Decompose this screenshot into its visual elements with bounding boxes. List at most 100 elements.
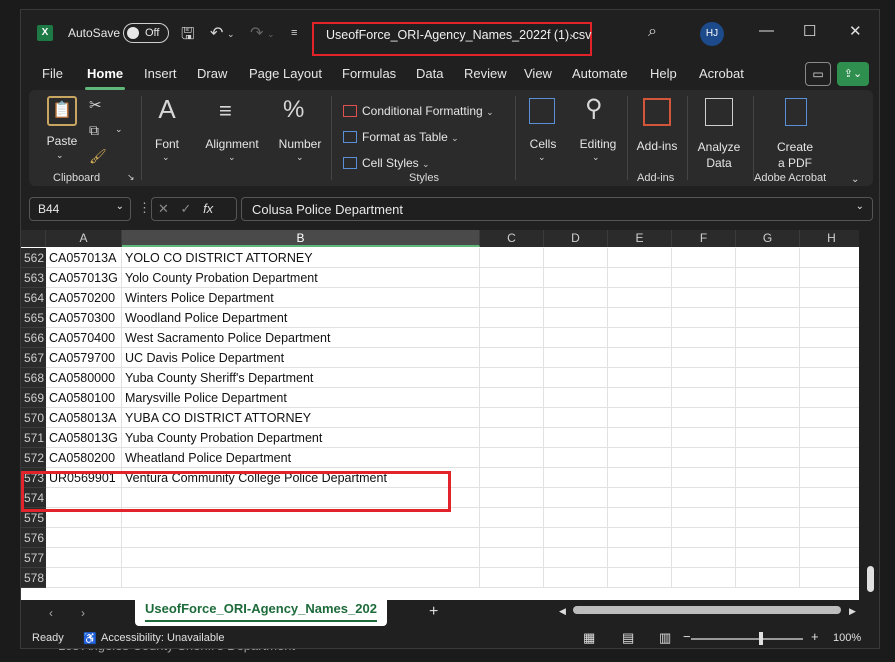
scroll-left-icon[interactable]: ◀ — [559, 606, 566, 617]
empty-cell[interactable] — [480, 328, 544, 348]
column-header-d[interactable]: D — [544, 230, 608, 247]
cell-a[interactable]: CA0570400 — [46, 328, 122, 348]
empty-cell[interactable] — [608, 508, 672, 528]
tab-help[interactable]: Help — [650, 66, 677, 81]
empty-cell[interactable] — [544, 368, 608, 388]
tab-automate[interactable]: Automate — [572, 66, 628, 81]
empty-cell[interactable] — [608, 408, 672, 428]
normal-view-icon[interactable]: ▦ — [583, 630, 595, 646]
enter-icon[interactable]: ✓ — [181, 201, 192, 216]
empty-cell[interactable] — [544, 468, 608, 488]
empty-cell[interactable] — [800, 528, 859, 548]
cell-a[interactable]: CA058013A — [46, 408, 122, 428]
alignment-dropdown-icon[interactable]: ⌄ — [228, 152, 236, 163]
vertical-scrollbar[interactable] — [859, 230, 879, 600]
cell-styles-button[interactable]: Cell Styles ⌄ — [343, 156, 430, 170]
row-header[interactable]: 578 — [21, 568, 46, 588]
accessibility-status[interactable]: Accessibility: Unavailable — [101, 632, 225, 644]
chevron-down-icon[interactable]: ⌄ — [568, 27, 577, 40]
cell-b[interactable]: Yolo County Probation Department — [122, 268, 480, 288]
add-ins-icon[interactable] — [643, 98, 671, 126]
paste-dropdown-icon[interactable]: ⌄ — [56, 150, 64, 161]
tab-acrobat[interactable]: Acrobat — [699, 66, 744, 81]
minimize-icon[interactable]: — — [759, 22, 774, 39]
cell-b[interactable]: Yuba County Probation Department — [122, 428, 480, 448]
empty-cell[interactable] — [608, 288, 672, 308]
horizontal-scroll-thumb[interactable] — [573, 606, 841, 614]
undo-icon[interactable]: ↶ — [210, 23, 223, 43]
empty-cell[interactable] — [672, 328, 736, 348]
cell-b[interactable] — [122, 548, 480, 568]
empty-cell[interactable] — [608, 468, 672, 488]
select-all-corner[interactable] — [21, 230, 46, 247]
cell-b[interactable]: Wheatland Police Department — [122, 448, 480, 468]
alignment-button[interactable]: Alignment — [199, 137, 265, 151]
accessibility-icon[interactable]: ♿ — [83, 632, 97, 645]
file-name[interactable]: UseofForce_ORI-Agency_Names_2022f (1).cs… — [326, 28, 591, 42]
scroll-right-icon[interactable]: ▶ — [849, 606, 856, 617]
autosave-toggle[interactable]: Off — [123, 23, 169, 43]
empty-cell[interactable] — [800, 468, 859, 488]
empty-cell[interactable] — [480, 348, 544, 368]
comments-button[interactable]: ▭ — [805, 62, 831, 86]
collapse-ribbon-icon[interactable]: ⌄ — [851, 174, 859, 185]
empty-cell[interactable] — [672, 488, 736, 508]
tab-data[interactable]: Data — [416, 66, 443, 81]
create-pdf-icon[interactable] — [785, 98, 807, 126]
font-button[interactable]: Font — [147, 137, 187, 151]
page-layout-view-icon[interactable]: ▤ — [622, 630, 634, 646]
zoom-slider-track[interactable] — [691, 638, 803, 640]
empty-cell[interactable] — [800, 488, 859, 508]
empty-cell[interactable] — [608, 488, 672, 508]
column-header-e[interactable]: E — [608, 230, 672, 247]
cells-icon[interactable] — [529, 98, 555, 124]
empty-cell[interactable] — [736, 248, 800, 268]
zoom-slider-knob[interactable] — [759, 632, 763, 645]
tab-page-layout[interactable]: Page Layout — [249, 66, 322, 81]
number-button[interactable]: Number — [275, 137, 325, 151]
clipboard-launcher-icon[interactable]: ↘ — [127, 172, 135, 183]
empty-cell[interactable] — [672, 288, 736, 308]
font-dropdown-icon[interactable]: ⌄ — [162, 152, 170, 163]
empty-cell[interactable] — [672, 348, 736, 368]
tab-review[interactable]: Review — [464, 66, 507, 81]
empty-cell[interactable] — [672, 268, 736, 288]
column-header-c[interactable]: C — [480, 230, 544, 247]
conditional-formatting-button[interactable]: Conditional Formatting ⌄ — [343, 104, 494, 118]
cells-dropdown-icon[interactable]: ⌄ — [538, 152, 546, 163]
cell-a[interactable]: CA0570200 — [46, 288, 122, 308]
row-header[interactable]: 562 — [21, 248, 46, 268]
empty-cell[interactable] — [608, 328, 672, 348]
row-header[interactable]: 577 — [21, 548, 46, 568]
empty-cell[interactable] — [480, 408, 544, 428]
empty-cell[interactable] — [800, 548, 859, 568]
empty-cell[interactable] — [800, 348, 859, 368]
empty-cell[interactable] — [544, 408, 608, 428]
empty-cell[interactable] — [544, 568, 608, 588]
row-header[interactable]: 567 — [21, 348, 46, 368]
empty-cell[interactable] — [608, 348, 672, 368]
empty-cell[interactable] — [800, 328, 859, 348]
copy-icon[interactable]: ⧉ — [89, 122, 99, 139]
row-header[interactable]: 566 — [21, 328, 46, 348]
editing-button[interactable]: Editing — [575, 137, 621, 151]
zoom-level[interactable]: 100% — [833, 632, 861, 644]
row-header[interactable]: 565 — [21, 308, 46, 328]
row-header[interactable]: 568 — [21, 368, 46, 388]
formula-input[interactable]: Colusa Police Department ⌄ — [241, 197, 873, 221]
empty-cell[interactable] — [800, 508, 859, 528]
cell-b[interactable]: Woodland Police Department — [122, 308, 480, 328]
empty-cell[interactable] — [672, 508, 736, 528]
editing-search-icon[interactable]: ⚲ — [585, 94, 603, 123]
cell-a[interactable]: CA0580200 — [46, 448, 122, 468]
page-break-view-icon[interactable]: ▥ — [659, 630, 671, 646]
format-as-table-button[interactable]: Format as Table ⌄ — [343, 130, 459, 144]
empty-cell[interactable] — [480, 268, 544, 288]
expand-formula-icon[interactable]: ⌄ — [856, 201, 864, 212]
zoom-in-icon[interactable]: + — [811, 629, 819, 644]
cut-icon[interactable]: ✂ — [89, 96, 102, 114]
empty-cell[interactable] — [736, 408, 800, 428]
empty-cell[interactable] — [736, 488, 800, 508]
empty-cell[interactable] — [544, 288, 608, 308]
cell-a[interactable]: CA0579700 — [46, 348, 122, 368]
